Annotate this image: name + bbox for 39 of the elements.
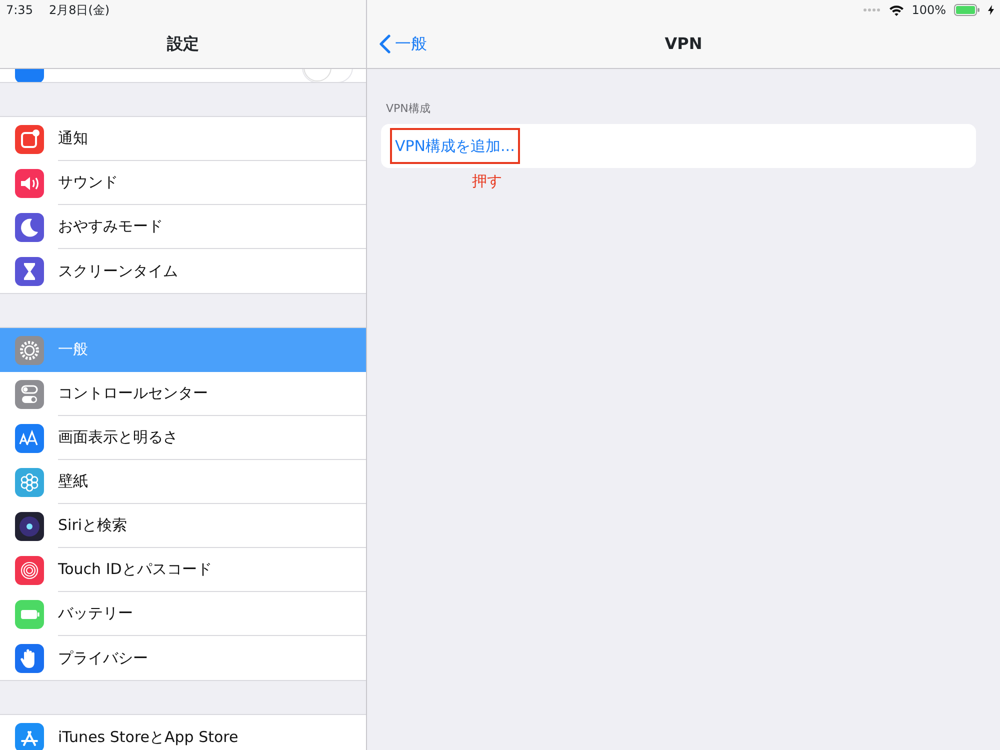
settings-row[interactable]: おやすみモード [0,205,366,249]
section-header: VPN構成 [386,102,430,115]
settings-title: 設定 [167,33,199,55]
settings-row[interactable]: Siriと検索 [0,504,366,548]
charging-bolt-icon [988,5,994,15]
row-label: 一般 [58,339,88,360]
row-label: 通知 [58,128,88,150]
row-label: サウンド [58,172,118,194]
row-label: コントロールセンター [58,383,208,404]
settings-row[interactable]: スクリーンタイム [0,249,366,293]
status-time: 7:35 [6,2,33,19]
wifi-icon [888,4,904,16]
row-label: バッテリー [58,603,133,624]
back-button[interactable]: 一般 [379,20,427,68]
row-label: 画面表示と明るさ [58,427,178,448]
row-label: Touch IDとパスコード [58,559,212,580]
settings-row[interactable]: Touch IDとパスコード [0,548,366,592]
signal-icon [862,8,881,12]
row-label: Siriと検索 [58,515,128,536]
settings-row[interactable]: 壁紙 [0,460,366,504]
settings-row[interactable]: プライバシー [0,636,366,680]
row-label: 壁紙 [58,471,88,492]
page-title: VPN [664,33,702,55]
row-label: プライバシー [58,648,148,669]
add-vpn-config-link[interactable]: VPN構成を追加... [395,136,515,154]
settings-row[interactable]: iTunes StoreとApp Store [0,715,366,750]
row-label: おやすみモード [58,216,163,238]
chevron-left-icon [379,34,391,54]
settings-row[interactable]: コントロールセンター [0,372,366,416]
settings-row[interactable]: 画面表示と明るさ [0,416,366,460]
settings-row[interactable]: 通知 [0,117,366,161]
battery-icon [954,4,980,16]
battery-percent: 100% [912,2,946,19]
settings-row[interactable]: サウンド [0,161,366,205]
settings-row[interactable]: バッテリー [0,592,366,636]
row-label: iTunes StoreとApp Store [58,726,238,748]
annotation-label: 押す [472,170,502,192]
row-label: スクリーンタイム [58,260,178,282]
status-date: 2月8日(金) [48,2,110,19]
